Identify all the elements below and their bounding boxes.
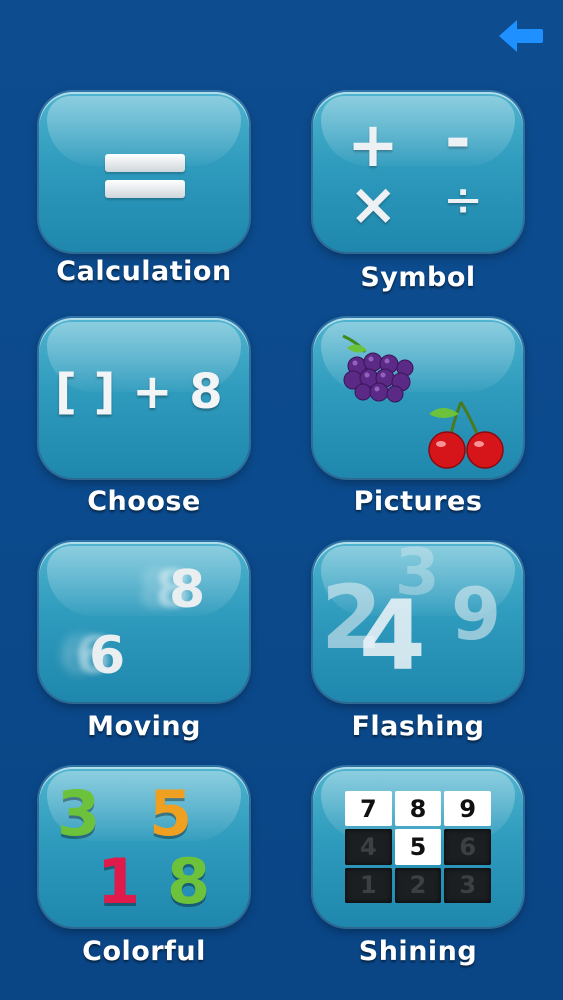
flashing-button[interactable]: 3 9 2 4	[313, 542, 523, 702]
colored-number-3: 3	[57, 777, 101, 850]
moving-number-8: 8	[169, 560, 206, 620]
flash-number-9: 9	[451, 572, 502, 656]
symbol-button[interactable]: + - × ÷	[313, 92, 523, 252]
colored-number-1: 1	[97, 845, 141, 918]
choose-button[interactable]: [ ] + 8	[39, 318, 249, 478]
minus-symbol: -	[445, 102, 471, 175]
grid-cell: 2	[394, 867, 442, 903]
choose-label: Choose	[87, 486, 201, 517]
flashing-label: Flashing	[351, 711, 485, 742]
colored-number-5: 5	[149, 777, 193, 850]
moving-number-6: 6	[89, 626, 126, 686]
moving-button[interactable]: 8 6	[39, 542, 249, 702]
shining-label: Shining	[358, 936, 478, 967]
back-arrow-icon	[499, 20, 543, 52]
calculation-label: Calculation	[56, 256, 232, 287]
pictures-button[interactable]	[313, 318, 523, 478]
shining-button[interactable]: 7 8 9 4 5 6 1 2 3	[313, 767, 523, 927]
grid-cell: 6	[444, 829, 491, 865]
grid-cell: 5	[394, 829, 442, 865]
grid-cell: 9	[444, 791, 491, 827]
brackets-icon: [ ] + 8	[55, 364, 223, 420]
symbol-label: Symbol	[360, 262, 476, 293]
calculation-button[interactable]	[39, 92, 249, 252]
flash-number-4: 4	[359, 580, 426, 692]
fruit-icon	[342, 334, 504, 469]
colored-number-8: 8	[167, 845, 211, 918]
grid-cell: 3	[444, 867, 491, 903]
colorful-label: Colorful	[82, 936, 206, 967]
pictures-label: Pictures	[353, 486, 483, 517]
grid-cell: 4	[345, 829, 392, 865]
moving-label: Moving	[87, 711, 201, 742]
colorful-button[interactable]: 3 5 1 8	[39, 767, 249, 927]
grid-cell: 7	[345, 791, 392, 827]
grid-cell: 1	[345, 867, 392, 903]
number-grid-icon: 7 8 9 4 5 6 1 2 3	[345, 791, 491, 903]
divide-symbol: ÷	[443, 172, 484, 228]
back-button[interactable]	[497, 18, 545, 54]
times-symbol: ×	[349, 170, 398, 238]
grid-cell: 8	[394, 791, 442, 827]
